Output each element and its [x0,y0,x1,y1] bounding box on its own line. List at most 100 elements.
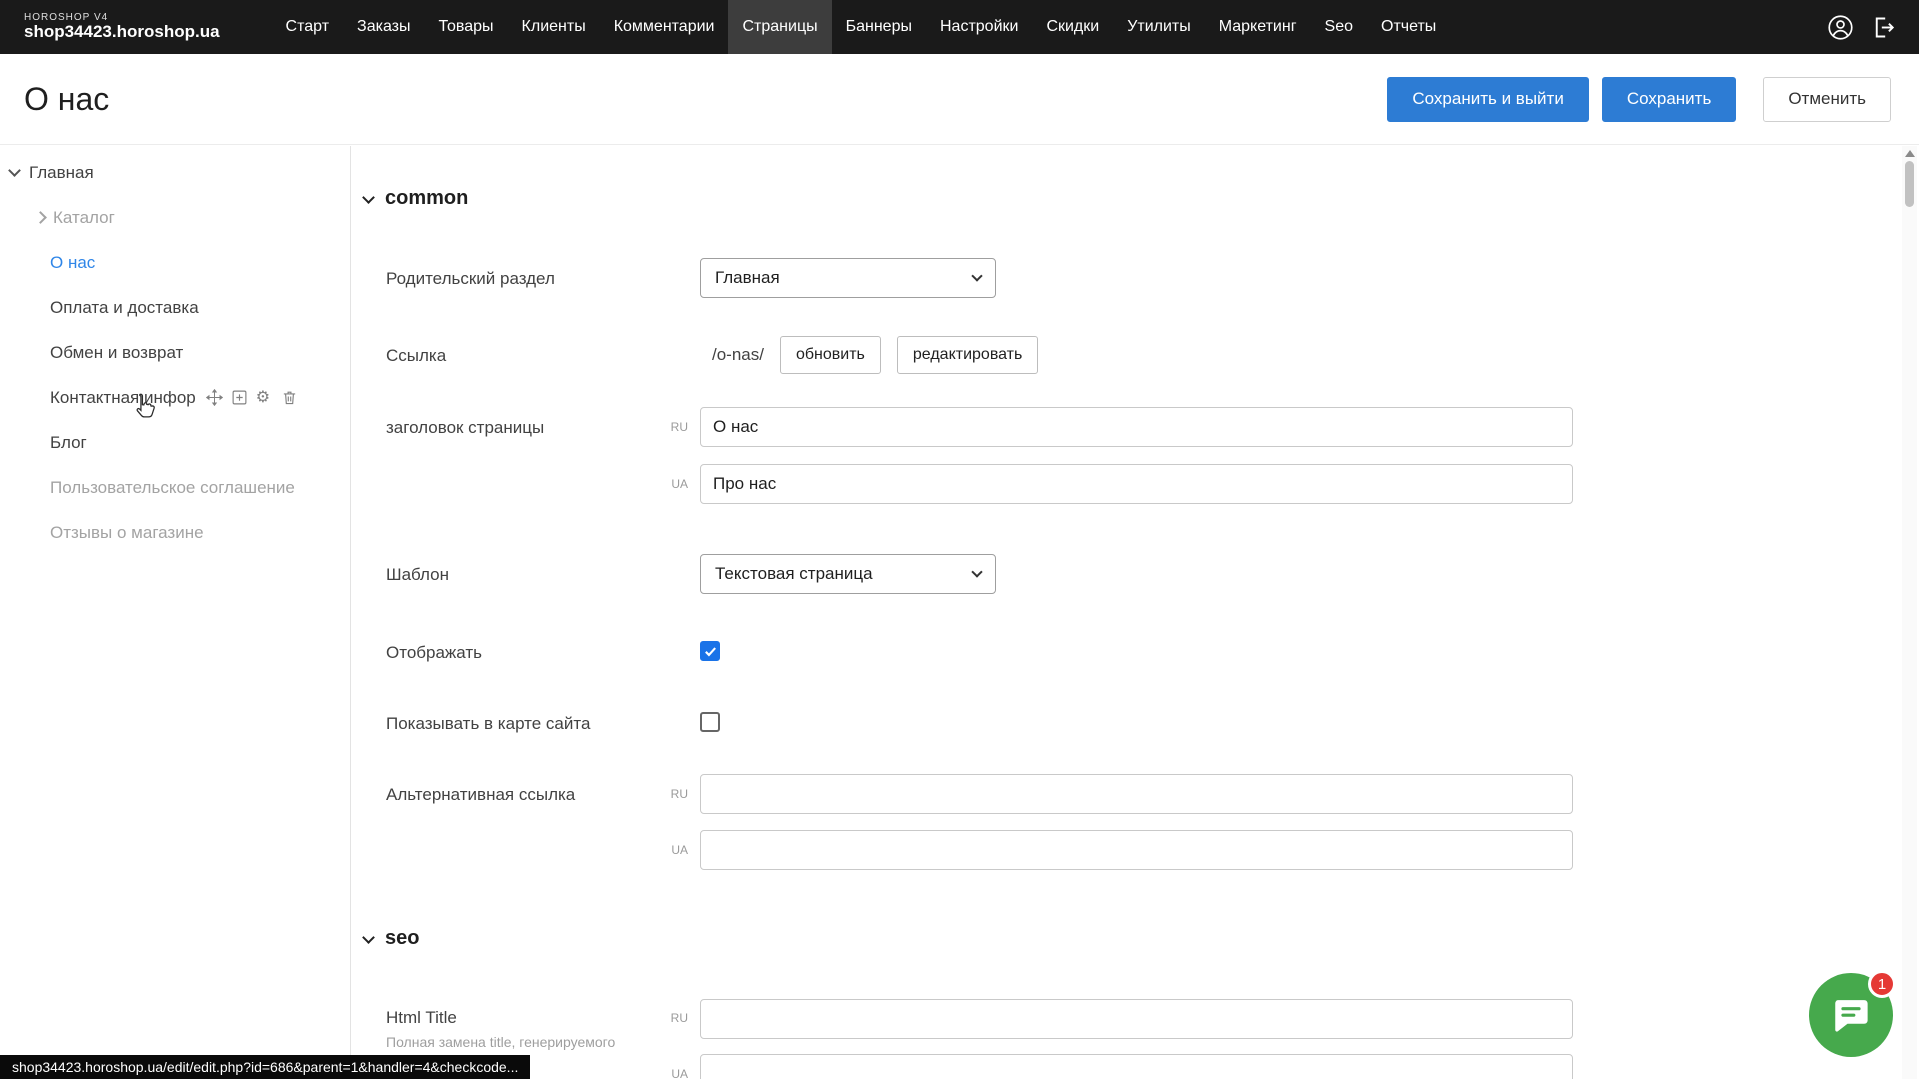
tree-item-tools: ⚙ [206,389,298,406]
nav-pages[interactable]: Страницы [728,0,831,54]
alt-link-ru-input[interactable] [700,774,1573,814]
move-icon[interactable] [206,389,223,406]
link-label: Ссылка [386,346,446,366]
html-title-ua-input[interactable] [700,1054,1573,1079]
lang-ua-badge: UA [646,1067,688,1079]
link-row: /o-nas/ обновить редактировать [712,336,1038,374]
vertical-scrollbar[interactable] [1902,146,1917,1079]
sitemap-checkbox[interactable] [700,712,720,732]
account-icon[interactable] [1827,14,1854,41]
nav-settings[interactable]: Настройки [926,0,1032,54]
page-heading-label: заголовок страницы [386,418,544,438]
alt-link-ua-input[interactable] [700,830,1573,870]
template-label: Шаблон [386,565,449,585]
lang-ua-badge: UA [646,477,688,491]
page-heading-ua-input[interactable] [700,464,1573,504]
page-heading-ru-input[interactable] [700,407,1573,447]
sidebar-item-label: Главная [29,163,94,183]
sidebar-item-label: Обмен и возврат [50,343,183,363]
lang-ru-badge: RU [646,787,688,801]
select-value: Главная [715,268,780,288]
nav-orders[interactable]: Заказы [343,0,424,54]
nav-seo[interactable]: Seo [1311,0,1367,54]
gear-icon[interactable]: ⚙ [256,389,273,406]
sidebar-item-label: Каталог [53,208,115,228]
nav-comments[interactable]: Комментарии [600,0,729,54]
top-navigation: Старт Заказы Товары Клиенты Комментарии … [272,0,1451,54]
lang-ru-badge: RU [646,420,688,434]
sidebar-item-label: Контактная инфор [50,388,196,408]
chat-bubble-icon [1830,994,1872,1036]
display-label: Отображать [386,643,482,663]
scroll-up-arrow[interactable] [1905,150,1915,157]
link-edit-button[interactable]: редактировать [897,336,1038,374]
add-icon[interactable] [231,389,248,406]
nav-banners[interactable]: Баннеры [832,0,926,54]
page-edit-form: common Родительский раздел Главная Ссылк… [351,145,1903,1079]
sitemap-label: Показывать в карте сайта [386,714,590,734]
nav-utilities[interactable]: Утилиты [1113,0,1205,54]
sidebar-item-obmen[interactable]: Обмен и возврат [0,330,350,375]
template-select[interactable]: Текстовая страница [700,554,996,594]
logout-icon[interactable] [1870,14,1897,41]
page-header: О нас Сохранить и выйти Сохранить Отмени… [0,54,1919,145]
lang-ru-badge: RU [646,1011,688,1025]
pages-tree-sidebar: Главная Каталог О нас Оплата и доставка … [0,146,351,1079]
nav-products[interactable]: Товары [425,0,508,54]
section-seo-toggle[interactable]: seo [364,927,419,950]
sidebar-item-otzyvy[interactable]: Отзывы о магазине [0,510,350,555]
parent-section-label: Родительский раздел [386,269,555,289]
nav-marketing[interactable]: Маркетинг [1205,0,1311,54]
section-common-toggle[interactable]: common [364,187,468,210]
chevron-down-icon[interactable] [8,164,21,177]
sidebar-item-blog[interactable]: Блог [0,420,350,465]
brand-domain: shop34423.horoshop.ua [24,23,220,42]
nav-reports[interactable]: Отчеты [1367,0,1450,54]
header-buttons: Сохранить и выйти Сохранить Отменить [1387,77,1891,122]
page-title: О нас [24,81,109,118]
nav-clients[interactable]: Клиенты [508,0,600,54]
sidebar-item-oplata[interactable]: Оплата и доставка [0,285,350,330]
sidebar-item-label: Блог [50,433,87,453]
check-icon [703,644,718,659]
topbar-right [1827,14,1897,41]
scrollbar-thumb[interactable] [1905,161,1914,207]
html-title-ru-input[interactable] [700,999,1573,1039]
brand-version: HOROSHOP V4 [24,12,220,23]
sidebar-item-kontaktnaya[interactable]: Контактная инфор ⚙ [0,375,350,420]
link-update-button[interactable]: обновить [780,336,881,374]
sidebar-item-katalog[interactable]: Каталог [0,195,350,240]
sidebar-item-label: О нас [50,253,95,273]
select-value: Текстовая страница [715,564,873,584]
parent-section-select[interactable]: Главная [700,258,996,298]
brand-logo[interactable]: HOROSHOP V4 shop34423.horoshop.ua [24,12,220,42]
sidebar-item-label: Оплата и доставка [50,298,199,318]
display-checkbox[interactable] [700,641,720,661]
chevron-down-icon [362,931,375,944]
chat-widget-button[interactable]: 1 [1809,973,1893,1057]
sidebar-item-label: Отзывы о магазине [50,523,204,543]
html-title-label: Html Title [386,1008,457,1028]
sidebar-item-glavnaya[interactable]: Главная [0,150,350,195]
sidebar-item-o-nas[interactable]: О нас [0,240,350,285]
sidebar-item-label: Пользовательское соглашение [50,478,295,498]
html-title-hint: Полная замена title, генерируемого [386,1034,615,1050]
save-button[interactable]: Сохранить [1602,77,1736,122]
chevron-right-icon[interactable] [34,211,47,224]
topbar: HOROSHOP V4 shop34423.horoshop.ua Старт … [0,0,1919,54]
section-title: seo [385,927,419,950]
chat-unread-badge: 1 [1868,970,1896,998]
chevron-down-icon [971,270,982,281]
link-status-tooltip: shop34423.horoshop.ua/edit/edit.php?id=6… [0,1055,530,1079]
lang-ua-badge: UA [646,843,688,857]
page: HOROSHOP V4 shop34423.horoshop.ua Старт … [0,0,1919,1079]
link-path: /o-nas/ [712,345,764,365]
nav-discounts[interactable]: Скидки [1032,0,1113,54]
cancel-button[interactable]: Отменить [1763,77,1891,122]
alt-link-label: Альтернативная ссылка [386,785,575,805]
sidebar-item-soglashenie[interactable]: Пользовательское соглашение [0,465,350,510]
trash-icon[interactable] [281,389,298,406]
nav-start[interactable]: Старт [272,0,343,54]
chevron-down-icon [362,191,375,204]
save-and-exit-button[interactable]: Сохранить и выйти [1387,77,1588,122]
